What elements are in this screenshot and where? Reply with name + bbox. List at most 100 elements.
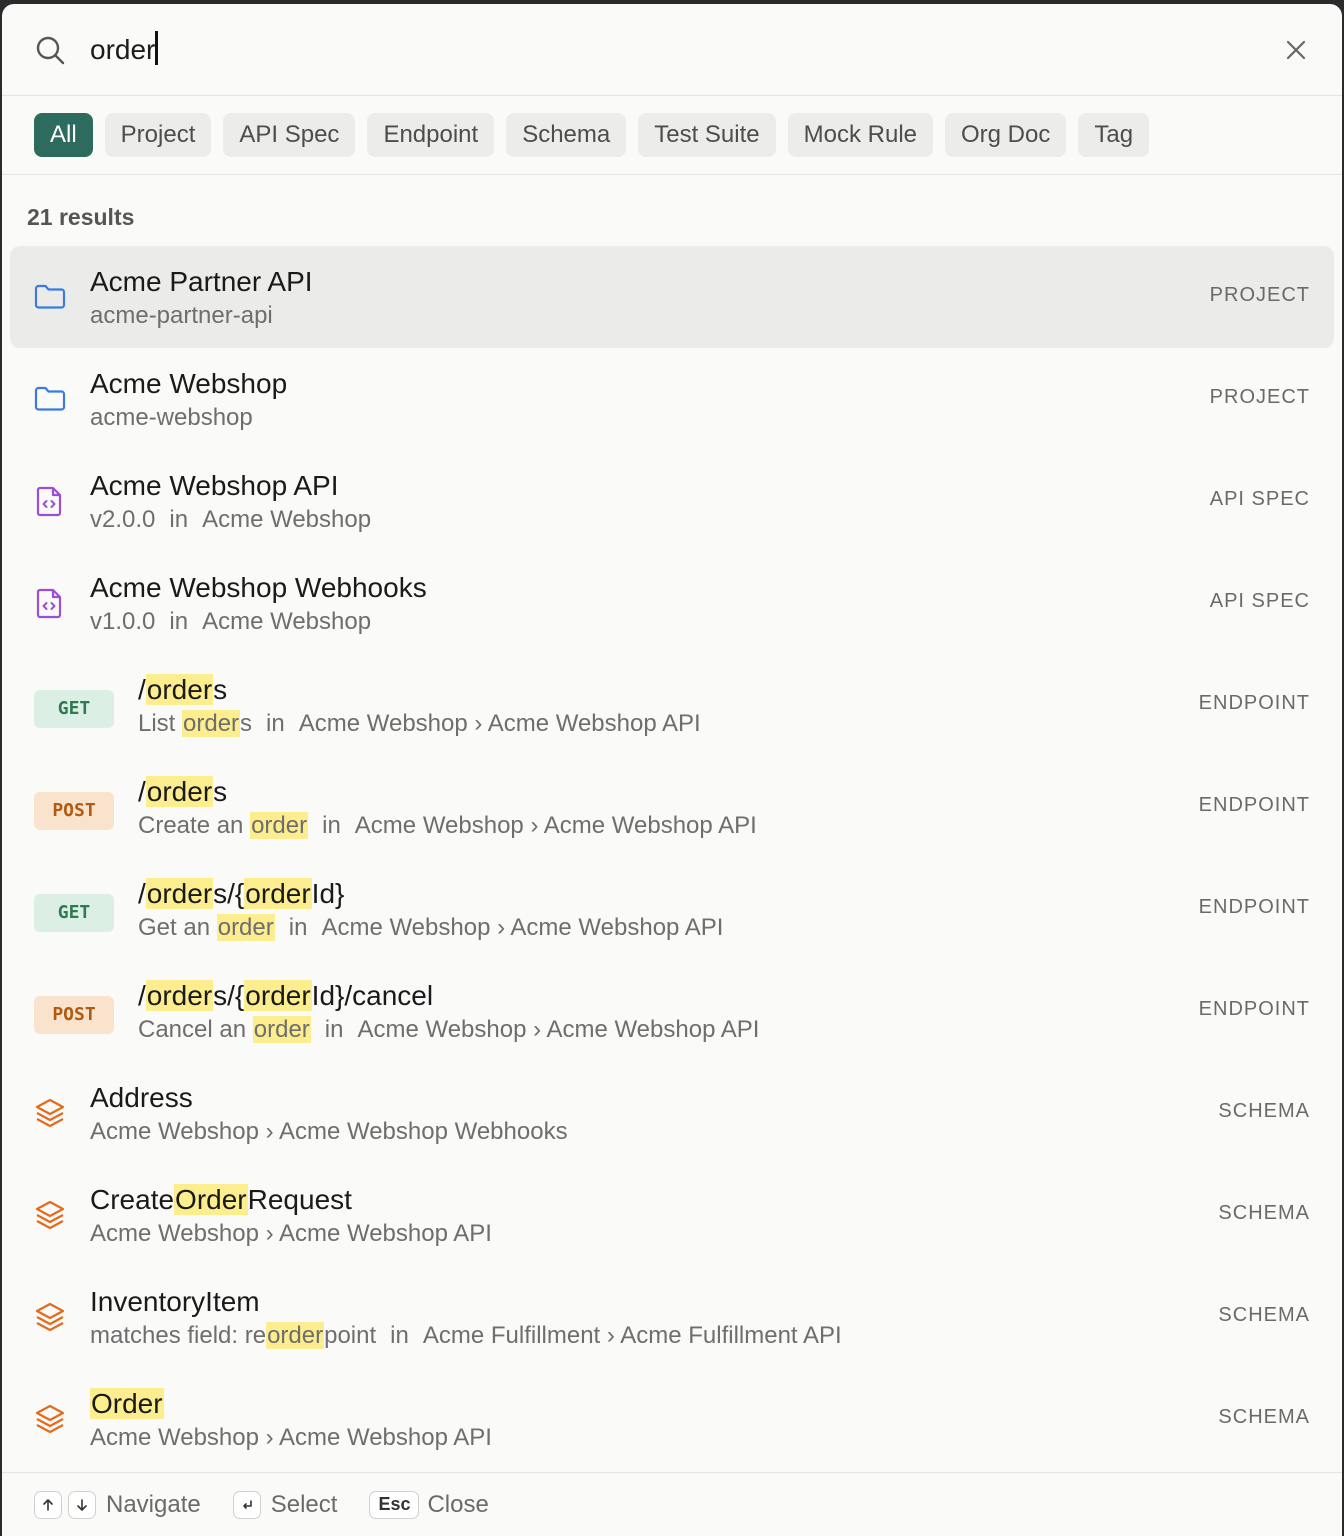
method-badge: POST [34, 996, 114, 1034]
result-subtitle-match-highlight: order [252, 1016, 311, 1043]
result-title: Acme Partner API [90, 264, 313, 300]
result-subtitle: Acme Webshop › Acme Webshop API [90, 1218, 492, 1250]
context-separator: in [169, 608, 189, 635]
layers-icon [32, 1401, 68, 1437]
result-kind-label: API SPEC [1209, 590, 1310, 612]
result-title-match-highlight: Order [90, 1388, 164, 1419]
result-row-schema[interactable]: InventoryItem matches field: reorderpoint… [10, 1266, 1334, 1368]
file-code-icon [32, 483, 68, 519]
filter-chip-project[interactable]: Project [104, 113, 212, 157]
result-title-match-highlight: order [145, 776, 214, 807]
result-title: InventoryItem [90, 1284, 842, 1320]
context-separator: in [324, 1016, 344, 1043]
filter-chip-endpoint[interactable]: Endpoint [367, 113, 495, 157]
search-icon [36, 36, 65, 65]
filter-chip-all[interactable]: All [34, 113, 93, 157]
result-subtitle-text: Acme Webshop › Acme Webshop Webhooks [90, 1118, 568, 1145]
result-context: Acme Webshop [202, 608, 372, 635]
command-palette: order All Project API Spec Endpoint Schema Te… [2, 4, 1342, 1536]
result-subtitle: v2.0.0 in Acme Webshop [90, 504, 371, 536]
result-subtitle-match-highlight: order [182, 710, 241, 737]
result-title-text: s/{ [213, 878, 245, 909]
result-subtitle: acme-webshop [90, 402, 287, 434]
result-row-endpoint[interactable]: POST/orders/{orderId}/cancel Cancel an or… [10, 960, 1334, 1062]
result-title: /orders [138, 774, 757, 810]
layers-icon [32, 1197, 68, 1233]
text-caret [155, 31, 159, 65]
result-row-project[interactable]: Acme Webshop acme-webshop PROJECT [10, 348, 1334, 450]
result-kind-label: ENDPOINT [1198, 998, 1310, 1020]
result-title-text: Id}/cancel [311, 980, 434, 1011]
result-row-spec[interactable]: Acme Webshop Webhooks v1.0.0 in Acme Websho… [10, 552, 1334, 654]
method-badge: GET [34, 894, 114, 932]
result-title-text: Acme Webshop Webhooks [90, 572, 427, 603]
result-context: Acme Webshop › Acme Webshop API [357, 1016, 760, 1043]
arrow-down-key-icon [68, 1490, 96, 1519]
navigate-hint: Navigate [106, 1490, 201, 1518]
result-kind-label: ENDPOINT [1198, 692, 1310, 714]
result-row-project[interactable]: Acme Partner API acme-partner-api PROJECT [10, 246, 1334, 348]
result-context: Acme Fulfillment › Acme Fulfillment API [422, 1322, 842, 1349]
select-hint: Select [270, 1490, 338, 1518]
result-subtitle-text: point [324, 1322, 377, 1349]
result-row-endpoint[interactable]: POST/orders Create an order in Acme Webshop… [10, 756, 1334, 858]
filter-chips: All Project API Spec Endpoint Schema Test Sui… [2, 96, 1342, 175]
result-title-match-highlight: Order [174, 1184, 248, 1215]
context-separator: in [169, 506, 189, 533]
filter-chip-api-spec[interactable]: API Spec [223, 113, 356, 157]
result-title-text: / [138, 776, 146, 807]
result-title-text: Acme Webshop [90, 368, 288, 399]
result-title-match-highlight: order [145, 878, 214, 909]
filter-chip-mock-rule[interactable]: Mock Rule [787, 113, 933, 157]
enter-key-icon [232, 1490, 261, 1519]
result-title: CreateOrderRequest [90, 1182, 492, 1218]
context-separator: in [322, 812, 341, 839]
filter-chip-tag[interactable]: Tag [1078, 113, 1150, 157]
filter-chip-schema[interactable]: Schema [506, 113, 627, 157]
result-kind-label: SCHEMA [1218, 1406, 1310, 1428]
folder-icon [32, 279, 68, 315]
result-row-endpoint[interactable]: GET/orders/{orderId} Get an order in Acme W… [10, 858, 1334, 960]
result-title: /orders/{orderId} [138, 876, 723, 912]
result-title-text: Id} [311, 878, 345, 909]
result-subtitle-text: Get an [138, 914, 217, 941]
context-separator: in [266, 710, 285, 737]
result-row-schema[interactable]: Address Acme Webshop › Acme Webshop Webho… [10, 1062, 1334, 1164]
keyboard-hints: Navigate Select Esc Close [2, 1472, 1342, 1536]
result-subtitle-match-highlight: order [266, 1322, 325, 1349]
result-title: Acme Webshop Webhooks [90, 570, 427, 606]
result-subtitle: Acme Webshop › Acme Webshop API [90, 1422, 492, 1454]
result-kind-label: SCHEMA [1218, 1304, 1310, 1326]
result-context: Acme Webshop [202, 506, 372, 533]
result-kind-label: SCHEMA [1218, 1100, 1310, 1122]
result-subtitle: Acme Webshop › Acme Webshop Webhooks [90, 1116, 568, 1148]
result-kind-label: PROJECT [1209, 386, 1310, 408]
result-subtitle-text: v2.0.0 [90, 506, 156, 533]
result-subtitle-text: List [138, 710, 183, 737]
result-context: Acme Webshop › Acme Webshop API [354, 812, 757, 839]
result-title-text: s [213, 776, 228, 807]
result-title-text: Acme Webshop API [90, 470, 339, 501]
result-kind-label: ENDPOINT [1198, 896, 1310, 918]
search-input[interactable]: order [90, 30, 159, 70]
result-subtitle-text: Acme Webshop › Acme Webshop API [90, 1424, 492, 1451]
result-title-text: Address [90, 1082, 193, 1113]
filter-chip-test-suite[interactable]: Test Suite [638, 113, 776, 157]
esc-key: Esc [369, 1490, 420, 1519]
result-row-endpoint[interactable]: GET/orders List orders in Acme Webshop › Ac… [10, 654, 1334, 756]
result-subtitle: Get an order in Acme Webshop › Acme Websho… [138, 912, 723, 944]
folder-icon [32, 381, 68, 417]
filter-chip-org-doc[interactable]: Org Doc [945, 113, 1067, 157]
result-title: /orders/{orderId}/cancel [138, 978, 759, 1014]
result-subtitle-text: acme-webshop [90, 404, 253, 431]
result-subtitle-text: Create an [138, 812, 251, 839]
result-subtitle-text: v1.0.0 [90, 608, 156, 635]
result-row-schema[interactable]: CreateOrderRequest Acme Webshop › Acme We… [10, 1164, 1334, 1266]
result-kind-label: SCHEMA [1218, 1202, 1310, 1224]
close-icon[interactable] [1284, 38, 1308, 62]
result-title-text: Request [247, 1184, 352, 1215]
result-title: Address [90, 1080, 568, 1116]
result-row-spec[interactable]: Acme Webshop API v2.0.0 in Acme Webshop API … [10, 450, 1334, 552]
result-row-schema[interactable]: Order Acme Webshop › Acme Webshop API SCHE… [10, 1368, 1334, 1470]
result-title-text: Acme Partner API [90, 266, 313, 297]
